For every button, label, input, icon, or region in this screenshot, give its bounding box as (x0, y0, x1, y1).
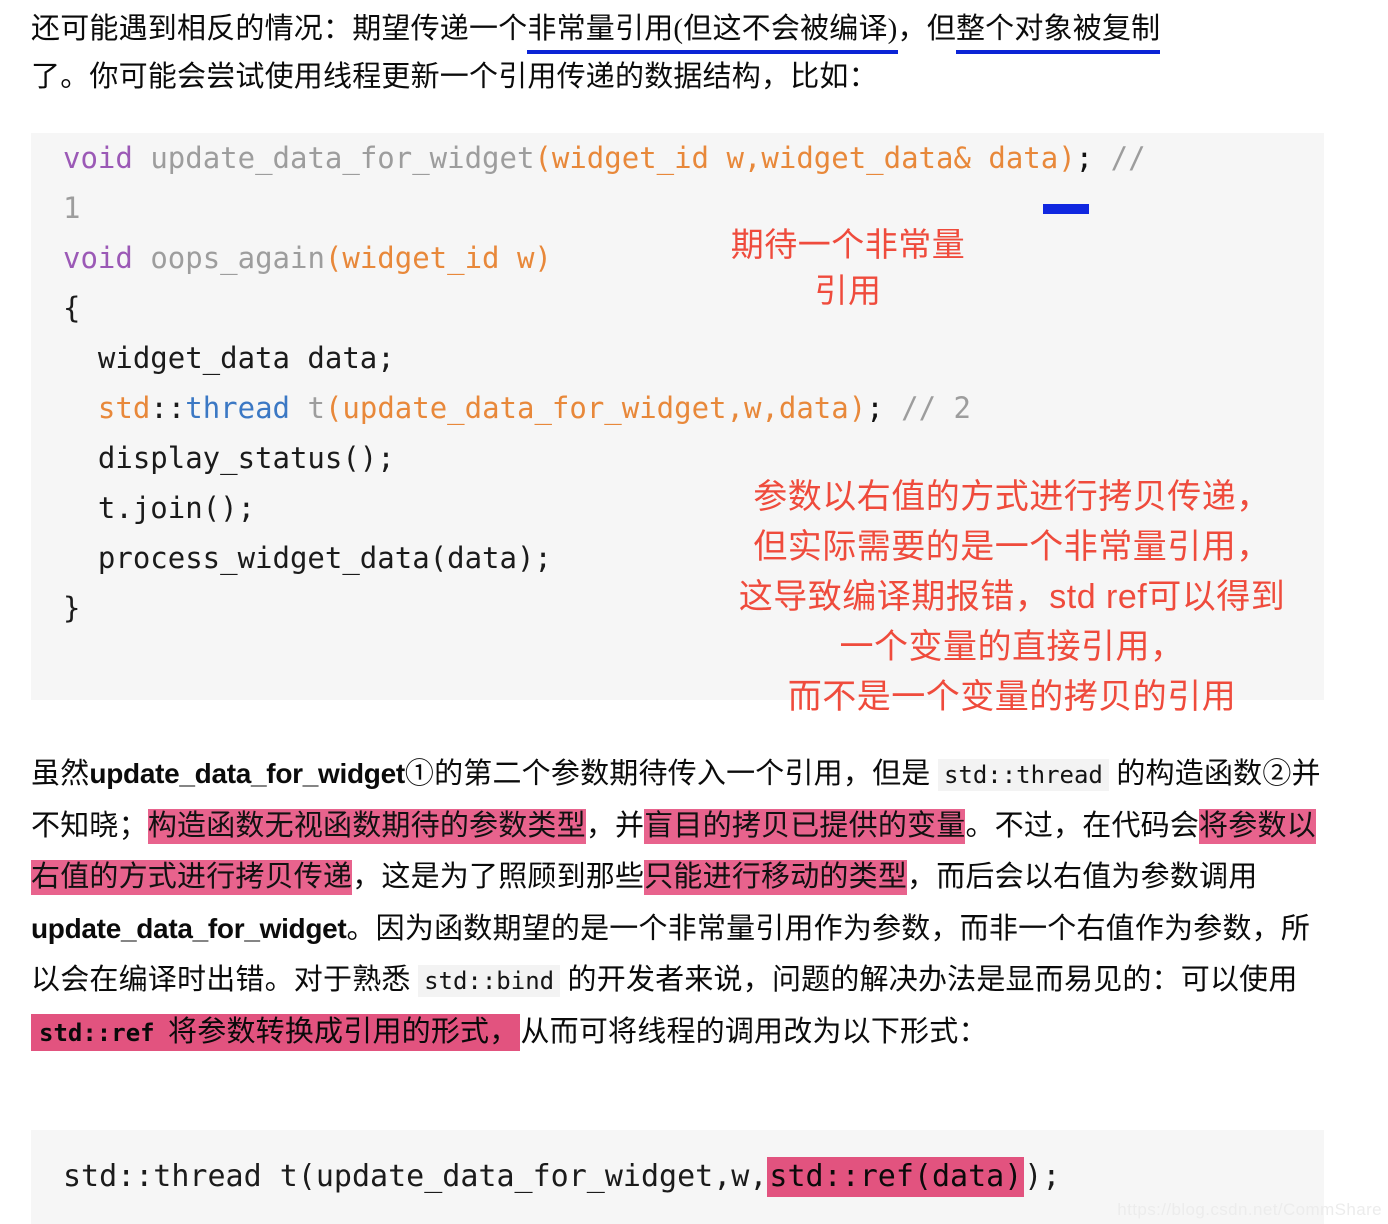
code-line: void update_data_for_widget(widget_id w,… (63, 141, 1146, 175)
code-line: widget_data data; (63, 341, 395, 375)
intro-paragraph: 还可能遇到相反的情况：期望传递一个非常量引用(但这不会被编译)，但整个对象被复制… (31, 6, 1331, 100)
intro-line-1: 还可能遇到相反的情况：期望传递一个非常量引用(但这不会被编译)，但整个对象被复制 (31, 6, 1331, 54)
body-seg-1: 虽然 (31, 758, 90, 790)
code-final-prefix: std::thread t(update_data_for_widget,w, (63, 1159, 768, 1194)
intro-text-b: ，但 (897, 13, 956, 45)
watermark: https://blog.csdn.net/CommShare (1117, 1200, 1382, 1219)
highlight-blind-copy: 盲目的拷贝已提供的变量 (644, 809, 966, 844)
intro-line-2: 了。你可能会尝试使用线程更新一个引用传递的数据结构，比如： (31, 61, 878, 93)
code-line: std::thread t(update_data_for_widget,w,d… (97, 391, 971, 425)
highlight-std-ref-solution: std::ref 将参数转换成引用的形式， (31, 1014, 521, 1051)
annotation-expected-nonconst-ref: 期待一个非常量 引用 (730, 226, 966, 309)
inline-code-std-thread: std::thread (937, 759, 1109, 791)
body-seg-7: ，并 (585, 810, 645, 842)
body-code-ref-1: update_data_for_widget (89, 758, 405, 789)
blue-underline-mark-code (1043, 204, 1089, 214)
intro-underline-2: 整个对象被复制 (956, 6, 1160, 54)
body-seg-17: 的开发者来说，问题的解决办法是显而易见的：可以使用 (560, 964, 1298, 996)
inline-code-std-bind: std::bind (418, 965, 561, 997)
body-seg-3: ①的第二个参数期待传入一个引用，但是 (404, 758, 938, 790)
highlight-std-ref-call: std::ref(data) (767, 1157, 1025, 1197)
highlight-std-ref-text: 将参数转换成引用的形式， (160, 1016, 519, 1048)
body-seg-11: ，这是为了照顾到那些 (352, 861, 645, 893)
inline-code-std-ref: std::ref (39, 1019, 155, 1047)
body-paragraph: 虽然update_data_for_widget①的第二个参数期待传入一个引用，… (31, 748, 1331, 1059)
code-final-suffix: ); (1024, 1159, 1061, 1194)
highlight-move-only-types: 只能进行移动的类型 (644, 860, 908, 895)
annotation-rvalue-copy-explanation: 参数以右值的方式进行拷贝传递， 但实际需要的是一个非常量引用， 这导致编译期报错… (738, 478, 1286, 716)
intro-underline-1: 非常量引用(但这不会被编译) (527, 6, 897, 54)
body-seg-9: 。不过，在代码会 (965, 810, 1200, 842)
highlight-ignore-param-type: 构造函数无视函数期待的参数类型 (147, 809, 586, 844)
body-seg-20: 从而可将线程的调用改为以下形式： (520, 1016, 988, 1048)
document-page: 还可能遇到相反的情况：期望传递一个非常量引用(但这不会被编译)，但整个对象被复制… (0, 0, 1388, 1224)
body-code-ref-2: update_data_for_widget (31, 913, 347, 944)
body-seg-13: ，而后会以右值为参数调用 (907, 861, 1258, 893)
intro-text-a: 还可能遇到相反的情况：期望传递一个 (31, 13, 528, 45)
